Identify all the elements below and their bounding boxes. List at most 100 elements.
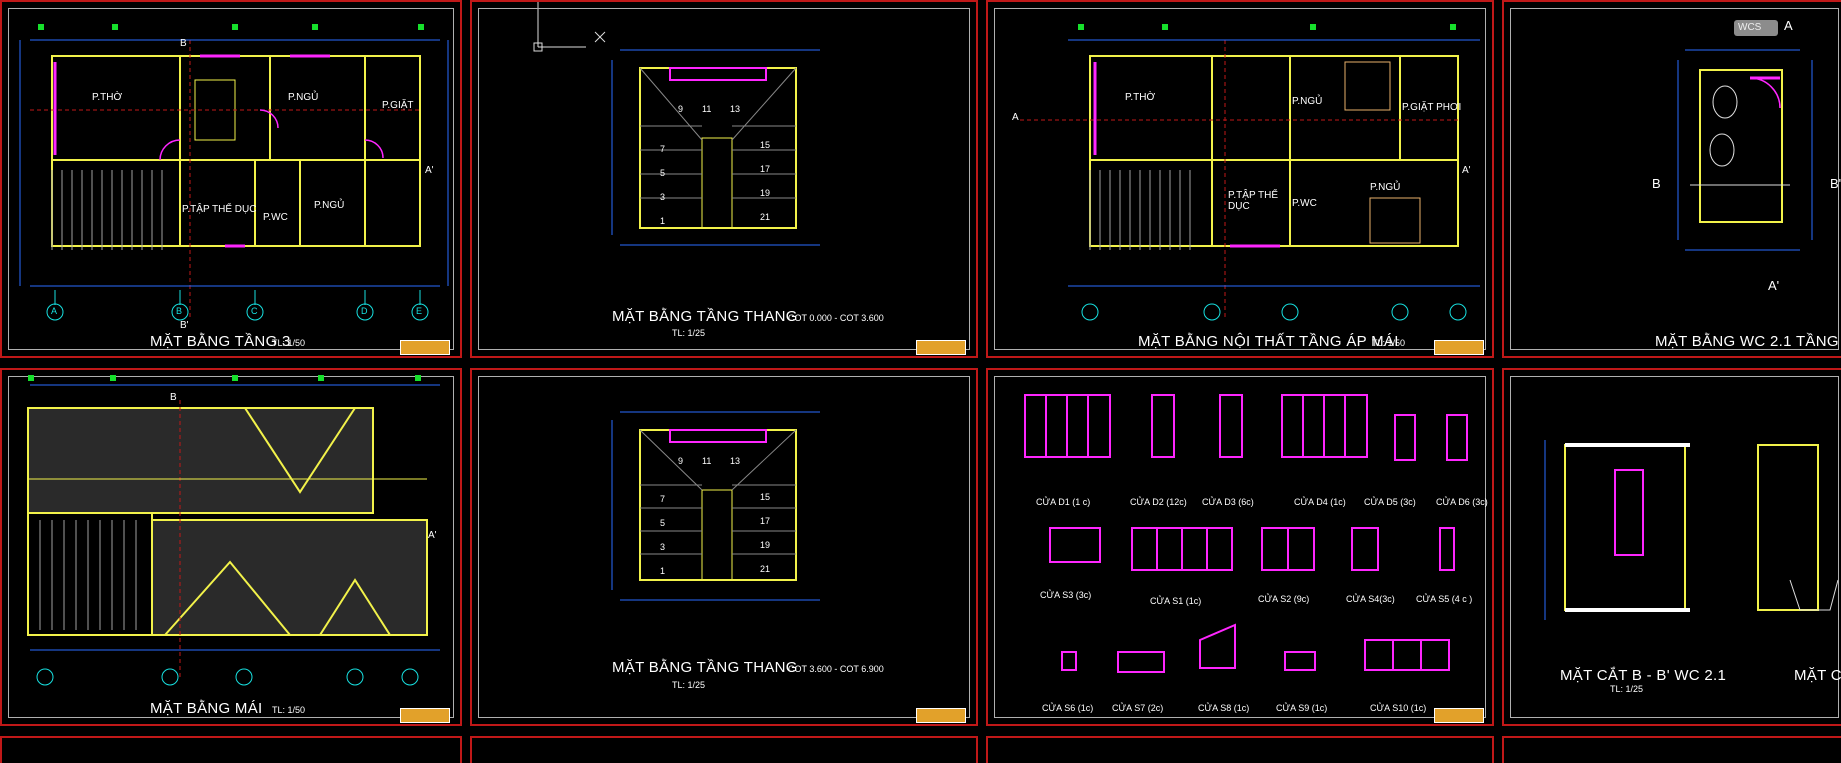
sheet-title: MẶT CẮ <box>1794 667 1841 684</box>
dim-marker <box>110 375 116 381</box>
section-marker: A' <box>1768 278 1780 293</box>
window-label: CỬA S7 (2c) <box>1112 703 1164 713</box>
stair-step: 13 <box>730 456 741 466</box>
cad-model-space[interactable]: P.THỜ P.NGỦ P.GIẶT P.TẬP THỂ DỤC P.WC P.… <box>0 0 1841 763</box>
dim-marker <box>1078 24 1084 30</box>
sheet-doors-windows[interactable] <box>986 368 1494 726</box>
section-marker: B' <box>180 320 189 331</box>
stair-step: 11 <box>702 104 712 114</box>
sheet-row3-1[interactable] <box>0 736 462 763</box>
stair-step: 9 <box>678 456 684 466</box>
grid-label: E <box>416 306 423 316</box>
window-label: CỬA S8 (1c) <box>1198 703 1250 713</box>
sheet-scale: TL: 1/25 <box>1610 684 1644 694</box>
room-label: P.THỜ <box>1125 92 1156 103</box>
stair-step: 13 <box>730 104 741 114</box>
title-block-stamp <box>400 340 450 355</box>
stair-step: 7 <box>660 494 666 504</box>
stair-step: 15 <box>760 492 771 502</box>
sheet-scale: TL: 1/25 <box>672 328 706 338</box>
door-label: CỬA D3 (6c) <box>1202 497 1254 507</box>
sheet-row3-3[interactable] <box>986 736 1494 763</box>
dim-marker <box>112 24 118 30</box>
stair-step: 1 <box>660 566 666 576</box>
grid-label: B <box>176 306 183 316</box>
stair-step: 3 <box>660 192 666 202</box>
room-label: P.WC <box>1292 198 1317 209</box>
window-label: CỬA S10 (1c) <box>1370 703 1427 713</box>
dim-marker <box>418 24 424 30</box>
sheet-title: MẶT BẰNG NỘI THẤT TẦNG ÁP MÁI <box>1138 333 1399 350</box>
title-block-stamp <box>916 340 966 355</box>
stair-step: 15 <box>760 140 771 150</box>
room-label: P.NGỦ <box>1370 182 1401 193</box>
wcs-indicator[interactable]: WCS <box>1734 20 1778 36</box>
room-label: P.THỜ <box>92 92 123 103</box>
sheet-attic[interactable] <box>986 0 1494 358</box>
sheet-level3[interactable] <box>0 0 462 358</box>
sheet-row3-2[interactable] <box>470 736 978 763</box>
sheet-stair-1[interactable] <box>470 0 978 358</box>
sheet-level-range: COT 3.600 - COT 6.900 <box>788 664 884 674</box>
sheet-wc-plan[interactable] <box>1502 0 1841 358</box>
section-marker: B <box>1652 176 1661 191</box>
dim-marker <box>1450 24 1456 30</box>
sheet-title: MẶT CẮT B - B' WC 2.1 <box>1560 667 1727 684</box>
title-block-stamp <box>400 708 450 723</box>
section-marker: B <box>170 392 177 403</box>
room-label: P.NGỦ <box>288 92 319 103</box>
window-label: CỬA S4(3c) <box>1346 594 1395 604</box>
sheet-scale: TL: 1/50 <box>1372 338 1406 348</box>
sheet-scale: TL: 1/25 <box>672 680 706 690</box>
room-label: P.NGỦ <box>1292 96 1323 107</box>
title-block-stamp <box>1434 708 1484 723</box>
room-label: P.TẬP THỂ DỤC <box>182 204 257 215</box>
room-label: P.NGỦ <box>314 200 345 211</box>
ucs-axis-label: A <box>1784 18 1793 33</box>
door-label: CỬA D6 (3c) <box>1436 497 1488 507</box>
sheet-title: MẶT BẰNG TẦNG THANG <box>612 308 798 325</box>
stair-step: 17 <box>760 516 771 526</box>
door-label: CỬA D4 (1c) <box>1294 497 1346 507</box>
sheet-title: MẶT BẰNG MÁI <box>150 700 263 717</box>
dim-marker <box>1162 24 1168 30</box>
window-label: CỬA S3 (3c) <box>1040 590 1092 600</box>
section-marker: A' <box>428 530 437 541</box>
dim-marker <box>415 375 421 381</box>
stair-step: 7 <box>660 144 666 154</box>
room-label: P.GIẶT <box>382 100 414 111</box>
stair-step: 3 <box>660 542 666 552</box>
section-marker: A' <box>425 165 434 176</box>
stair-step: 9 <box>678 104 684 114</box>
window-label: CỬA S5 (4 c ) <box>1416 594 1473 604</box>
stair-step: 21 <box>760 212 771 222</box>
section-marker: B' <box>1830 176 1841 191</box>
section-marker: A <box>1012 112 1019 123</box>
sheet-level-range: COT 0.000 - COT 3.600 <box>788 313 884 323</box>
room-label: P.GIẶT PHƠI <box>1402 102 1462 113</box>
sheet-scale: TL: 1/50 <box>272 338 306 348</box>
door-label: CỬA D5 (3c) <box>1364 497 1416 507</box>
stair-step: 19 <box>760 188 771 198</box>
dim-marker <box>38 24 44 30</box>
section-marker: B <box>180 38 187 49</box>
window-label: CỬA S1 (1c) <box>1150 596 1202 606</box>
window-label: CỬA S2 (9c) <box>1258 594 1310 604</box>
grid-label: A <box>51 306 58 316</box>
title-block-stamp <box>1434 340 1484 355</box>
sheet-title: MẶT BẰNG TẦNG THANG <box>612 659 798 676</box>
stair-step: 5 <box>660 518 666 528</box>
stair-step: 5 <box>660 168 666 178</box>
stair-step: 21 <box>760 564 771 574</box>
dim-marker <box>232 375 238 381</box>
stair-step: 17 <box>760 164 771 174</box>
dim-marker <box>318 375 324 381</box>
door-label: CỬA D1 (1 c) <box>1036 497 1091 507</box>
section-marker: A' <box>1462 165 1471 176</box>
room-label: P.WC <box>263 212 288 223</box>
window-label: CỬA S9 (1c) <box>1276 703 1328 713</box>
room-label: P.TẬP THỂ DỤC <box>1228 190 1279 212</box>
sheet-row3-4[interactable] <box>1502 736 1841 763</box>
grid-label: C <box>251 306 258 316</box>
sheet-roof[interactable] <box>0 368 462 726</box>
